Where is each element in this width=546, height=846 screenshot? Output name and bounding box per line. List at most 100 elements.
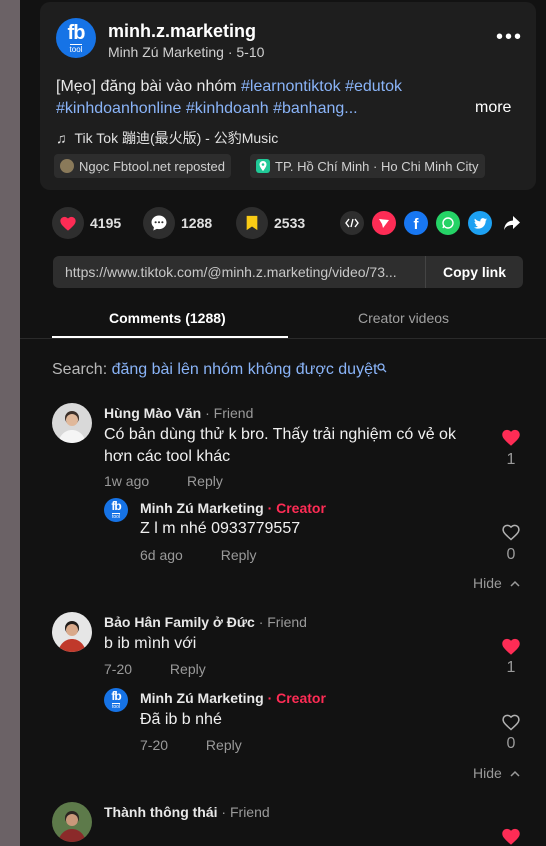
music-row[interactable]: ♫ Tik Tok 蹦迪(最火版) - 公豹Music xyxy=(56,128,278,148)
repost-label: Ngọc Fbtool.net reposted xyxy=(79,158,225,174)
embed-icon[interactable] xyxy=(340,211,364,235)
whatsapp-icon[interactable] xyxy=(436,211,460,235)
commenter-avatar[interactable] xyxy=(52,403,92,443)
reply-reply-button[interactable]: Reply xyxy=(221,547,257,563)
comment-author[interactable]: Hùng Mào Văn · Friend xyxy=(104,405,253,421)
heart-icon xyxy=(60,216,76,231)
comment-author-name: Hùng Mào Văn xyxy=(104,405,202,421)
reply-avatar[interactable]: fb tool xyxy=(104,498,128,522)
reply-author-name: Minh Zú Marketing xyxy=(140,690,264,706)
search-icon xyxy=(377,363,387,373)
comment-text: b ib mình với xyxy=(104,635,197,652)
reply-like-heart-icon[interactable] xyxy=(501,712,521,732)
avatar-logo-sub: tool xyxy=(111,703,121,710)
comment-time: 1w ago xyxy=(104,473,150,489)
comment-reply-button[interactable]: Reply xyxy=(170,661,206,677)
commenter-avatar[interactable] xyxy=(52,612,92,652)
creator-display-name: Minh Zú Marketing xyxy=(108,44,224,60)
comments-panel: fb tool minh.z.marketing Minh Zú Marketi… xyxy=(20,0,546,846)
music-note-icon: ♫ xyxy=(56,130,67,146)
location-label: TP. Hồ Chí Minh · Ho Chi Minh City xyxy=(275,158,479,174)
comment-like-count: 1 xyxy=(506,659,516,676)
search-suggestion[interactable]: Search: đăng bài lên nhóm không được duy… xyxy=(52,361,387,379)
more-options-icon[interactable]: ••• xyxy=(496,26,523,49)
share-arrow-icon[interactable] xyxy=(500,211,524,235)
chevron-up-icon xyxy=(510,580,520,587)
avatar-logo-text: fb xyxy=(111,499,121,513)
location-pill[interactable]: TP. Hồ Chí Minh · Ho Chi Minh City xyxy=(250,154,485,178)
reply-time: 6d ago xyxy=(140,547,183,563)
comment-reply-button[interactable]: Reply xyxy=(187,473,223,489)
comment-button[interactable] xyxy=(143,207,175,239)
avatar-logo-text: fb xyxy=(67,21,86,44)
repost-pill[interactable]: Ngọc Fbtool.net reposted xyxy=(54,154,231,178)
like-button[interactable] xyxy=(52,207,84,239)
send-icon[interactable] xyxy=(372,211,396,235)
comment-author[interactable]: Bảo Hân Family ở Đức · Friend xyxy=(104,614,307,630)
reply-text: Z l m nhé 0933779557 xyxy=(140,520,301,537)
hide-replies-button[interactable]: Hide xyxy=(473,575,520,591)
avatar-logo-sub: tool xyxy=(111,513,121,520)
comment-text: Có bản dùng thử k bro. Thấy trải nghiệm … xyxy=(104,426,456,465)
comment-author-name: Thành thông thái xyxy=(104,804,218,820)
caption-text: [Mẹo] đăng bài vào nhóm xyxy=(56,78,242,95)
reply-like-heart-icon[interactable] xyxy=(501,522,521,542)
reply-like-count: 0 xyxy=(506,735,516,752)
creator-avatar[interactable]: fb tool xyxy=(56,18,96,58)
like-count: 4195 xyxy=(90,215,122,231)
creator-username[interactable]: minh.z.marketing xyxy=(108,21,256,42)
save-count: 2533 xyxy=(274,215,306,231)
reply-avatar[interactable]: fb tool xyxy=(104,688,128,712)
post-caption-line1: [Mẹo] đăng bài vào nhóm #learnontiktok #… xyxy=(56,76,476,98)
reply-like-count: 0 xyxy=(506,546,516,563)
reply-author[interactable]: Minh Zú Marketing · Creator xyxy=(140,500,326,516)
post-info-card: fb tool minh.z.marketing Minh Zú Marketi… xyxy=(40,2,536,190)
search-label: Search: xyxy=(52,361,108,378)
comment-author-name: Bảo Hân Family ở Đức xyxy=(104,614,255,630)
background-video-edge xyxy=(0,0,20,846)
twitter-icon[interactable] xyxy=(468,211,492,235)
comment-time: 7-20 xyxy=(104,661,133,677)
video-link-box: https://www.tiktok.com/@minh.z.marketing… xyxy=(53,256,523,288)
facebook-icon[interactable]: f xyxy=(404,211,428,235)
comment-like-heart-icon[interactable] xyxy=(501,826,521,846)
tab-divider xyxy=(20,338,546,339)
music-label: Tik Tok 蹦迪(最火版) - 公豹Music xyxy=(74,130,279,146)
comment-author-relation: · Friend xyxy=(221,804,270,820)
reply-author-name: Minh Zú Marketing xyxy=(140,500,264,516)
reply-meta: 7-20 Reply xyxy=(140,737,242,753)
creator-badge: · Creator xyxy=(267,500,326,516)
reply-text: Đã ib b nhé xyxy=(140,711,222,728)
caption-hashtags-2[interactable]: #kinhdoanhonline #kinhdoanh #banhang... xyxy=(56,100,358,117)
hide-replies-button[interactable]: Hide xyxy=(473,765,520,781)
reposter-avatar-icon xyxy=(60,159,74,173)
comment-count: 1288 xyxy=(181,215,213,231)
post-caption-line2: #kinhdoanhonline #kinhdoanh #banhang... xyxy=(56,98,358,120)
reply-author[interactable]: Minh Zú Marketing · Creator xyxy=(140,690,326,706)
comment-like-count: 1 xyxy=(506,451,516,468)
comment-author-relation: · Friend xyxy=(258,614,307,630)
comment-like-heart-icon[interactable] xyxy=(501,636,521,656)
location-pin-icon xyxy=(256,159,270,173)
comment-author[interactable]: Thành thông thái · Friend xyxy=(104,804,270,820)
caption-hashtags-1[interactable]: #learnontiktok #edutok xyxy=(241,78,402,95)
tab-creator-videos[interactable]: Creator videos xyxy=(358,310,449,326)
post-date: 5-10 xyxy=(236,44,265,60)
reply-reply-button[interactable]: Reply xyxy=(206,737,242,753)
video-link-input[interactable]: https://www.tiktok.com/@minh.z.marketing… xyxy=(65,264,421,280)
comment-like-heart-icon[interactable] xyxy=(501,427,521,447)
creator-badge: · Creator xyxy=(267,690,326,706)
bookmark-icon xyxy=(246,215,258,231)
reply-meta: 6d ago Reply xyxy=(140,547,257,563)
comment-meta: 1w ago Reply xyxy=(104,473,223,489)
comment-bubble-icon xyxy=(151,215,167,231)
comment-meta: 7-20 Reply xyxy=(104,661,206,677)
reply-time: 7-20 xyxy=(140,737,169,753)
save-button[interactable] xyxy=(236,207,268,239)
search-query-link[interactable]: đăng bài lên nhóm không được duyệt xyxy=(112,361,378,378)
copy-link-button[interactable]: Copy link xyxy=(425,256,523,288)
commenter-avatar[interactable] xyxy=(52,802,92,842)
tab-comments[interactable]: Comments (1288) xyxy=(109,310,226,326)
avatar-logo-text: fb xyxy=(111,689,121,703)
caption-more-button[interactable]: more xyxy=(475,99,511,117)
